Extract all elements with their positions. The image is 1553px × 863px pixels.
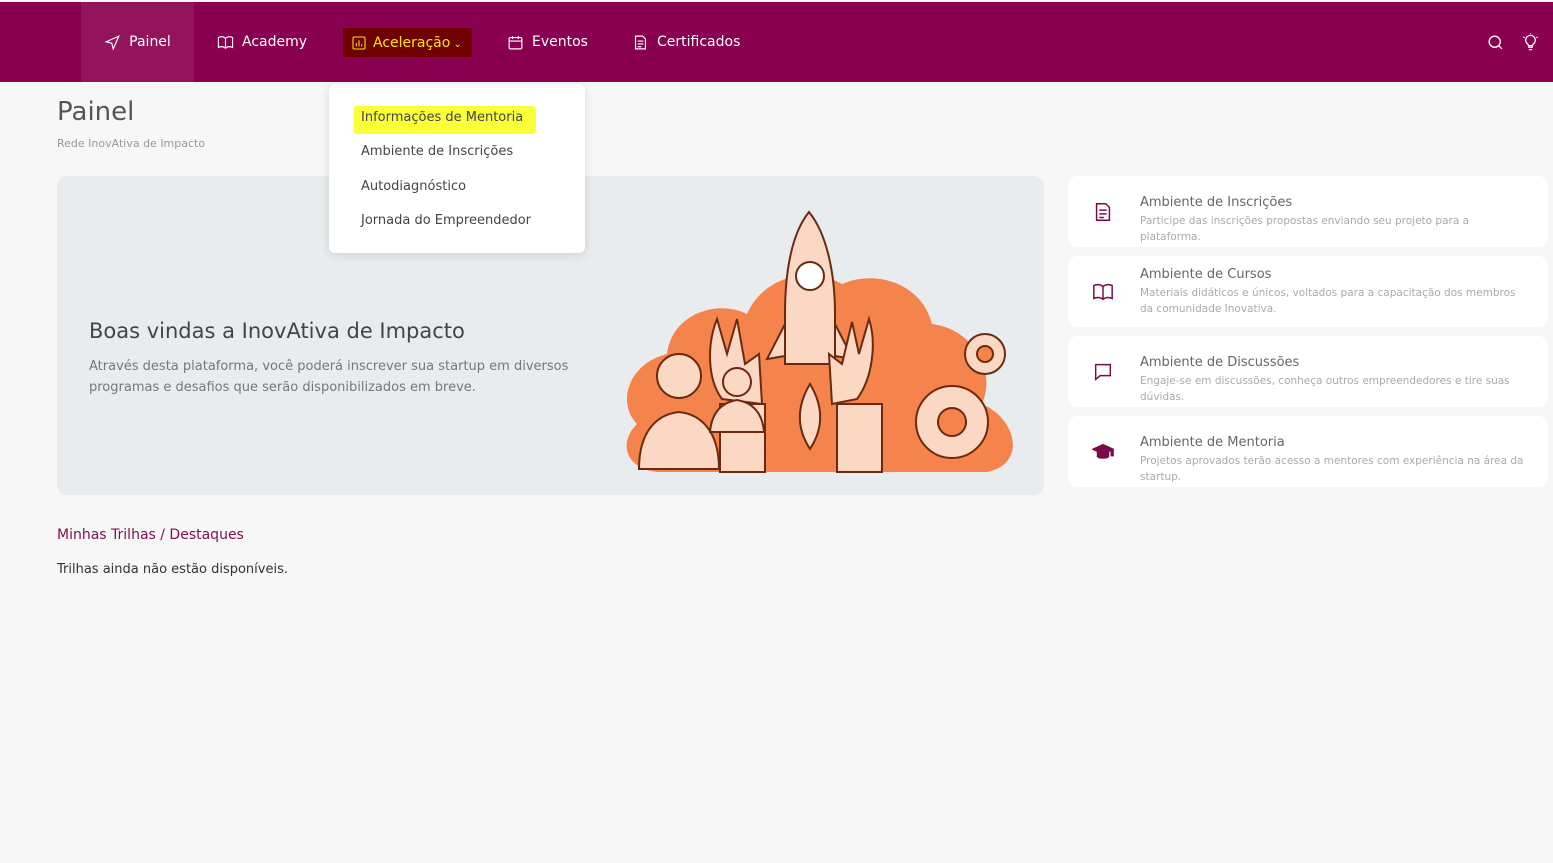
nav-academy[interactable]: Academy: [217, 2, 307, 82]
top-navbar: Painel Academy Aceleração ⌄ Eventos Cert…: [0, 2, 1553, 82]
nav-academy-label: Academy: [242, 34, 308, 50]
welcome-text: Através desta plataforma, você poderá in…: [89, 359, 569, 395]
page-title: Painel: [57, 97, 135, 127]
calendar-icon: [508, 35, 523, 49]
nav-aceleracao[interactable]: Aceleração ⌄: [343, 28, 472, 57]
card-title: Ambiente de Discussões: [1140, 355, 1300, 370]
chart-icon: [352, 35, 366, 50]
nav-eventos-label: Eventos: [532, 34, 588, 50]
card-description: Projetos aprovados terão acesso a mentor…: [1140, 455, 1524, 483]
card-title: Ambiente de Cursos: [1140, 267, 1272, 282]
lightbulb-icon[interactable]: [1521, 33, 1540, 52]
trilhas-heading: Minhas Trilhas / Destaques: [57, 527, 244, 543]
nav-eventos[interactable]: Eventos: [507, 2, 588, 82]
menu-item-ambiente-inscricoes[interactable]: Ambiente de Inscrições: [361, 144, 513, 159]
chevron-down-icon: ⌄: [453, 39, 462, 50]
menu-item-informacoes-mentoria[interactable]: Informações de Mentoria: [361, 110, 523, 125]
nav-aceleracao-label: Aceleração: [373, 34, 451, 51]
welcome-title: Boas vindas a InovAtiva de Impacto: [89, 319, 465, 343]
menu-item-autodiagnostico[interactable]: Autodiagnóstico: [361, 179, 466, 194]
card-ambiente-discussoes[interactable]: Ambiente de Discussões Engaje-se em disc…: [1068, 336, 1548, 407]
book-icon: [217, 35, 234, 49]
card-description: Participe das inscrições propostas envia…: [1140, 215, 1470, 243]
card-description: Materiais didáticos e únicos, voltados p…: [1140, 287, 1516, 315]
document-icon: [634, 35, 647, 49]
send-icon: [104, 34, 121, 51]
card-ambiente-inscricoes[interactable]: Ambiente de Inscrições Participe das ins…: [1068, 176, 1548, 247]
card-ambiente-mentoria[interactable]: Ambiente de Mentoria Projetos aprovados …: [1068, 416, 1548, 487]
nav-certificados[interactable]: Certificados: [632, 2, 740, 82]
document-icon: [1092, 201, 1114, 223]
nav-painel[interactable]: Painel: [81, 2, 194, 82]
graduation-cap-icon: [1091, 441, 1114, 463]
aceleracao-dropdown-menu: Informações de Mentoria Ambiente de Insc…: [329, 84, 585, 253]
menu-item-jornada-empreendedor[interactable]: Jornada do Empreendedor: [361, 213, 531, 228]
startup-illustration: [626, 210, 1013, 473]
nav-certificados-label: Certificados: [657, 34, 741, 50]
nav-painel-label: Painel: [129, 34, 171, 50]
breadcrumb: Rede InovAtiva de Impacto: [57, 137, 206, 150]
trilhas-empty-message: Trilhas ainda não estão disponíveis.: [57, 562, 288, 577]
book-icon: [1092, 281, 1114, 303]
card-ambiente-cursos[interactable]: Ambiente de Cursos Materiais didáticos e…: [1068, 256, 1548, 327]
card-title: Ambiente de Mentoria: [1140, 435, 1285, 450]
card-title: Ambiente de Inscrições: [1140, 195, 1293, 210]
chat-icon: [1092, 361, 1114, 383]
card-description: Engaje-se em discussões, conheça outros …: [1140, 375, 1510, 403]
search-icon[interactable]: [1486, 33, 1505, 52]
